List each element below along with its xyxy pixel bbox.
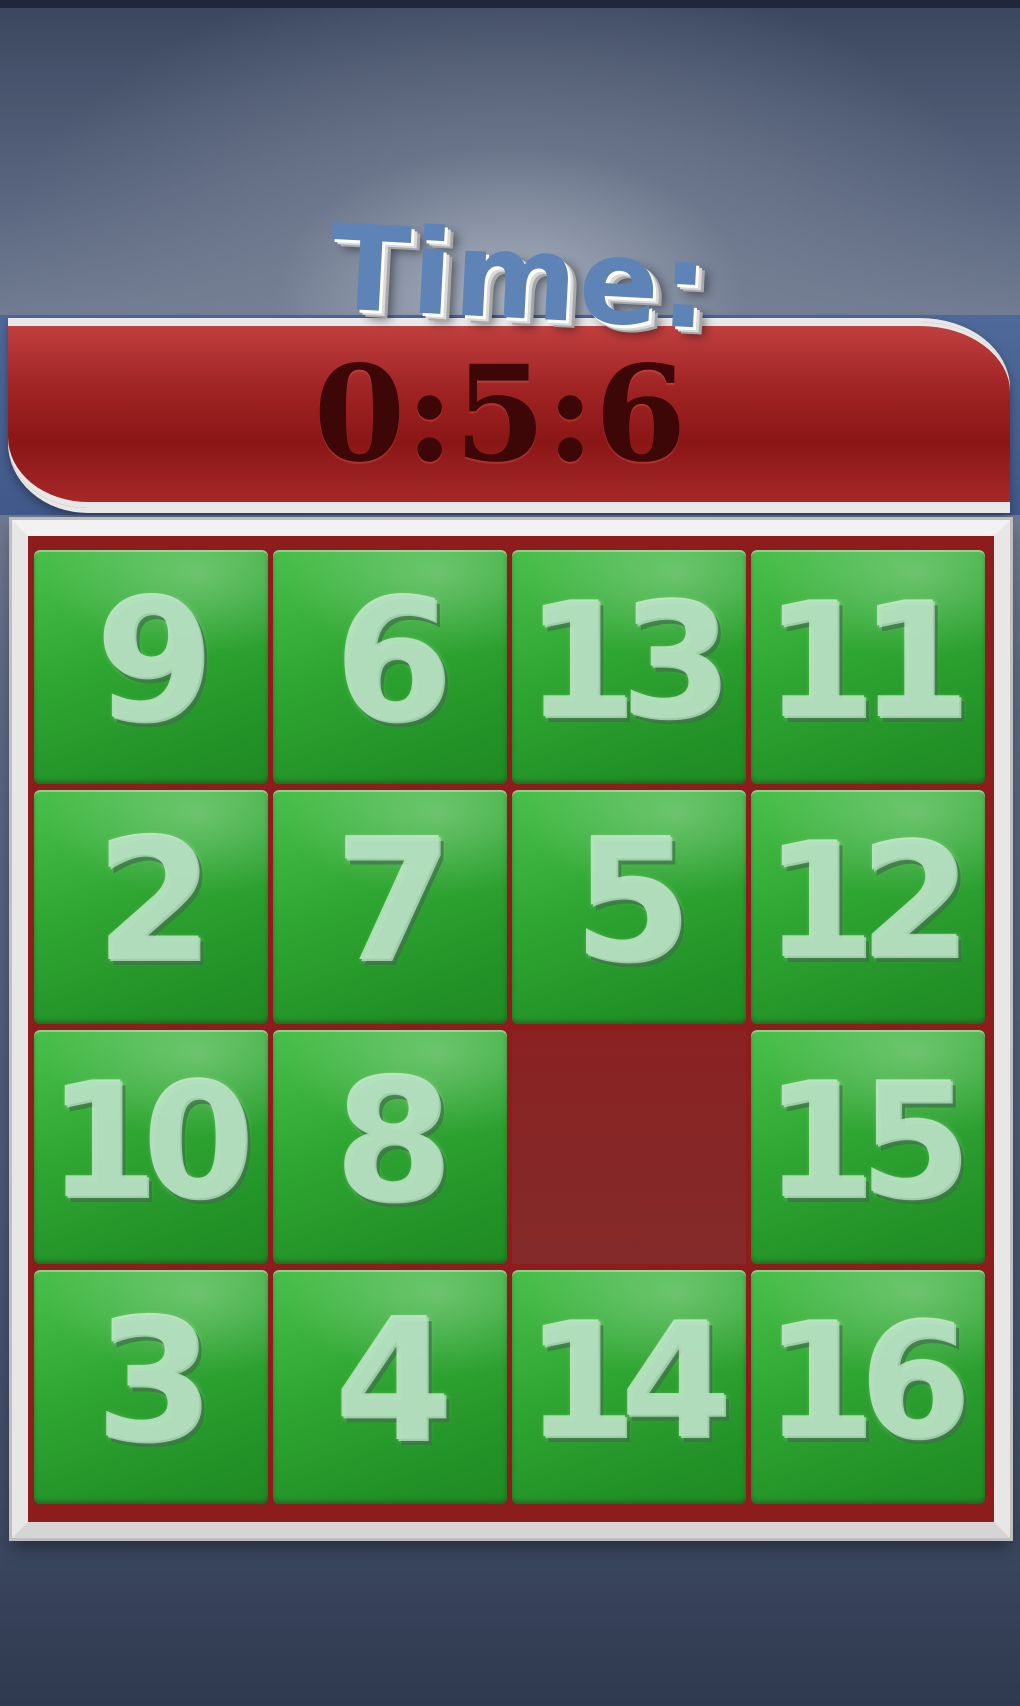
tile-number: 9	[96, 564, 215, 762]
tile-number: 12	[765, 809, 973, 996]
puzzle-tile[interactable]: 16	[751, 1270, 985, 1504]
puzzle-tile[interactable]: 15	[751, 1030, 985, 1264]
tile-number: 11	[765, 569, 973, 756]
tile-number: 6	[335, 564, 454, 762]
tile-number: 13	[526, 569, 734, 756]
puzzle-tile[interactable]: 7	[273, 790, 507, 1024]
puzzle-tile[interactable]: 11	[751, 550, 985, 784]
puzzle-board: 9 6 13 11 2 7 5 12 10 8 15 3 4 14 16	[32, 548, 988, 1508]
tile-number: 16	[765, 1289, 973, 1476]
tile-number: 2	[96, 804, 215, 1002]
tile-number: 15	[765, 1049, 973, 1236]
puzzle-tile[interactable]: 8	[273, 1030, 507, 1264]
tile-number: 4	[335, 1284, 454, 1482]
timer-value: 0:5:6	[313, 337, 687, 492]
puzzle-tile[interactable]: 9	[34, 550, 268, 784]
tile-number: 10	[48, 1049, 256, 1236]
tile-number: 5	[574, 804, 693, 1002]
empty-slot	[512, 1030, 746, 1264]
tile-number: 14	[526, 1289, 734, 1476]
puzzle-tile[interactable]: 12	[751, 790, 985, 1024]
tile-number: 7	[335, 804, 454, 1002]
puzzle-tile[interactable]: 13	[512, 550, 746, 784]
top-edge	[0, 0, 1020, 8]
puzzle-tile[interactable]: 10	[34, 1030, 268, 1264]
puzzle-tile[interactable]: 14	[512, 1270, 746, 1504]
timer-label: Time:	[326, 198, 714, 356]
puzzle-tile[interactable]: 4	[273, 1270, 507, 1504]
puzzle-tile[interactable]: 6	[273, 550, 507, 784]
puzzle-tile[interactable]: 2	[34, 790, 268, 1024]
tile-number: 8	[335, 1044, 454, 1242]
puzzle-tile[interactable]: 3	[34, 1270, 268, 1504]
puzzle-tile[interactable]: 5	[512, 790, 746, 1024]
tile-number: 3	[96, 1284, 215, 1482]
